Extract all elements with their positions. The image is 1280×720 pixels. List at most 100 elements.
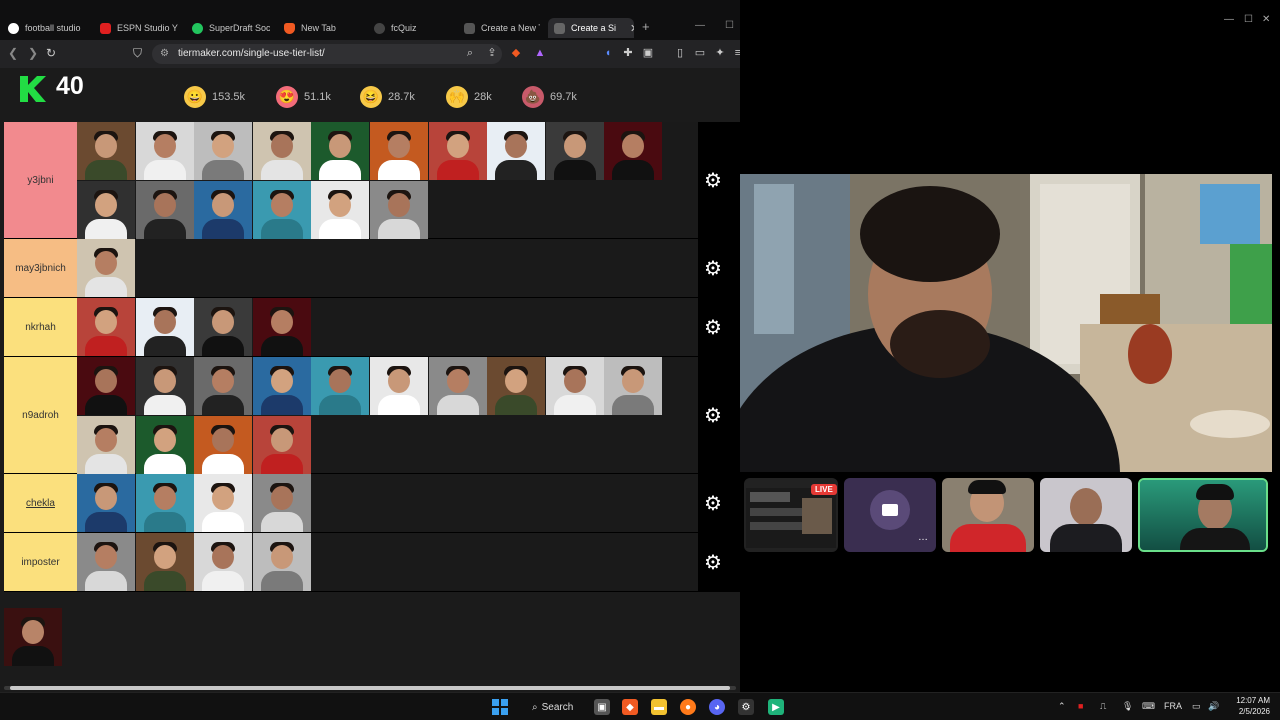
tier-items[interactable] xyxy=(77,122,698,239)
gear-icon[interactable]: ⚙ xyxy=(702,258,724,280)
tab-create-new[interactable]: Create a New Ti xyxy=(464,18,540,38)
brave-taskbar[interactable]: ◆ xyxy=(622,699,638,715)
tier-item[interactable] xyxy=(604,357,663,415)
usb-icon[interactable]: ⎍ xyxy=(1100,701,1106,712)
main-video-feed[interactable] xyxy=(740,174,1272,472)
tier-item[interactable] xyxy=(252,122,311,180)
tier-item[interactable] xyxy=(311,180,370,239)
reaction-heart-eyes[interactable]: 😍 51.1k xyxy=(276,84,331,110)
reaction-poop[interactable]: 💩 69.7k xyxy=(522,84,577,110)
gear-icon[interactable]: ⚙ xyxy=(702,493,724,515)
tab-create-single[interactable]: Create a Si ✕ xyxy=(548,18,634,38)
close-icon[interactable]: ✕ xyxy=(1262,14,1270,25)
tier-item[interactable] xyxy=(135,474,194,532)
reaction-grinning-face[interactable]: 😀 153.5k xyxy=(184,84,245,110)
tier-item[interactable] xyxy=(194,357,253,415)
bookmark-icon[interactable]: ⛉ xyxy=(133,46,142,61)
tier-item[interactable] xyxy=(135,298,194,356)
scrollbar-thumb[interactable] xyxy=(10,686,730,690)
leo-icon[interactable]: ✦ xyxy=(714,47,726,59)
tier-item[interactable] xyxy=(604,122,663,180)
tier-item[interactable] xyxy=(194,533,253,591)
participant-tile-screen[interactable]: LIVE xyxy=(744,478,838,552)
language-indicator[interactable]: FRA xyxy=(1164,701,1182,711)
share-icon[interactable]: ⇪ xyxy=(486,47,498,59)
tier-item[interactable] xyxy=(252,533,311,591)
gear-icon[interactable]: ⚙ xyxy=(702,170,724,192)
tier-item[interactable] xyxy=(311,122,370,180)
tier-label[interactable]: y3jbni xyxy=(4,122,77,238)
back-icon[interactable]: ❮ xyxy=(8,46,18,60)
menu-icon[interactable]: ≡ xyxy=(732,47,740,59)
tier-item[interactable] xyxy=(370,357,428,415)
tier-item[interactable] xyxy=(77,298,135,356)
microphone-icon[interactable]: 🎙 xyxy=(1122,701,1133,712)
tier-item[interactable] xyxy=(135,357,194,415)
tier-items[interactable] xyxy=(77,474,698,532)
tier-item[interactable] xyxy=(252,180,311,239)
tier-item[interactable] xyxy=(487,357,546,415)
participant-tile-camera-off[interactable]: … xyxy=(844,478,936,552)
tier-label[interactable]: n9adroh xyxy=(4,357,77,473)
tier-item[interactable] xyxy=(194,415,253,474)
reload-icon[interactable]: ↻ xyxy=(46,46,56,60)
zoom-icon[interactable]: ⌕ xyxy=(464,47,476,59)
tier-item[interactable] xyxy=(370,122,428,180)
chevron-up-icon[interactable]: ⌃ xyxy=(1058,701,1066,712)
tier-item[interactable] xyxy=(77,533,135,591)
more-options-icon[interactable]: … xyxy=(918,532,928,543)
horizontal-scrollbar[interactable] xyxy=(4,686,736,690)
tier-item[interactable] xyxy=(77,357,135,415)
tier-item[interactable] xyxy=(194,122,253,180)
tab-football-studio[interactable]: football studio xyxy=(8,18,88,38)
tier-item[interactable] xyxy=(77,180,135,239)
system-clock[interactable]: 12:07 AM 2/5/2026 xyxy=(1224,695,1270,717)
tier-item[interactable] xyxy=(135,415,194,474)
site-info-icon[interactable]: ⚙ xyxy=(160,44,169,64)
start-button[interactable] xyxy=(492,699,508,715)
tab-superdraft[interactable]: SuperDraft Socc xyxy=(192,18,270,38)
participant-tile-active-speaker[interactable] xyxy=(1138,478,1268,552)
tier-label[interactable]: imposter xyxy=(4,533,77,591)
tier-item[interactable] xyxy=(252,298,311,356)
tier-item[interactable] xyxy=(77,474,135,532)
tier-item[interactable] xyxy=(545,122,604,180)
tier-items[interactable] xyxy=(77,298,698,356)
tier-item[interactable] xyxy=(77,122,135,180)
tier-label[interactable]: chekla xyxy=(4,474,77,532)
gear-icon[interactable]: ⚙ xyxy=(702,405,724,427)
tier-items[interactable] xyxy=(77,533,698,591)
reaction-laughing-face[interactable]: 😆 28.7k xyxy=(360,84,415,110)
sidebar-icon[interactable]: ▯ xyxy=(674,47,686,59)
tier-item[interactable] xyxy=(545,357,604,415)
forward-icon[interactable]: ❯ xyxy=(28,46,38,60)
volume-icon[interactable]: 🔊 xyxy=(1208,701,1219,712)
gear-icon[interactable]: ⚙ xyxy=(702,552,724,574)
tray-app-icon[interactable]: ■ xyxy=(1078,701,1083,711)
reaction-raised-hands[interactable]: 🙌 28k xyxy=(446,84,492,110)
maximize-icon[interactable]: ☐ xyxy=(1244,14,1253,25)
taskview-button[interactable]: ▣ xyxy=(594,699,610,715)
tier-item[interactable] xyxy=(252,474,311,532)
tier-item[interactable] xyxy=(194,298,253,356)
address-bar[interactable]: ⚙ tiermaker.com/single-use-tier-list/ xyxy=(152,44,502,64)
tier-item[interactable] xyxy=(77,239,135,297)
gear-icon[interactable]: ⚙ xyxy=(702,317,724,339)
unranked-item[interactable] xyxy=(4,608,62,666)
tier-item[interactable] xyxy=(77,415,135,474)
tier-item[interactable] xyxy=(135,122,194,180)
tier-item[interactable] xyxy=(428,357,487,415)
wallet-icon[interactable]: ▭ xyxy=(694,47,706,59)
tier-item[interactable] xyxy=(311,357,370,415)
tier-item[interactable] xyxy=(252,415,311,474)
tier-item[interactable] xyxy=(428,122,487,180)
close-tab-icon[interactable]: ✕ xyxy=(630,22,634,35)
minimize-icon[interactable]: — xyxy=(1224,14,1234,25)
network-icon[interactable]: ▭ xyxy=(1192,701,1201,712)
minimize-icon[interactable]: — xyxy=(695,20,705,31)
tab-new-tab[interactable]: New Tab xyxy=(284,18,354,38)
tier-label[interactable]: may3jbnich xyxy=(4,239,77,297)
new-tab-button[interactable]: + xyxy=(642,19,650,34)
tier-item[interactable] xyxy=(194,180,253,239)
keyboard-icon[interactable]: ⌨ xyxy=(1142,701,1155,712)
